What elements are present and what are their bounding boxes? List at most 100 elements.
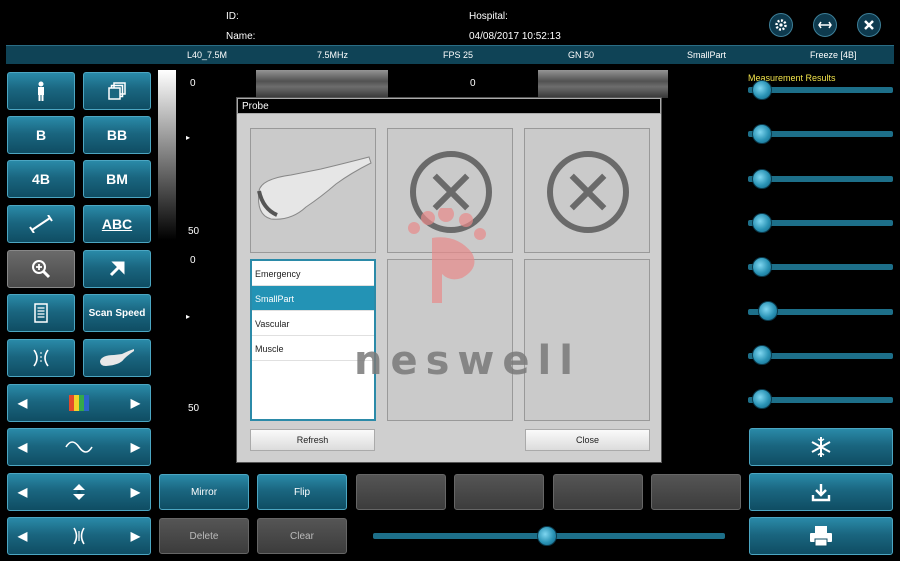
printer-icon bbox=[810, 526, 832, 547]
mode-b-button[interactable]: B bbox=[7, 116, 75, 154]
gamma-next-button[interactable]: ▶ bbox=[131, 440, 140, 454]
focus-position-next-button[interactable]: ▶ bbox=[131, 485, 140, 499]
zoom-button[interactable] bbox=[7, 250, 75, 288]
dialog-title: Probe bbox=[237, 98, 661, 114]
grayscale-bar bbox=[158, 70, 176, 240]
depth-bottom-label: 50 bbox=[188, 226, 200, 237]
list-item[interactable]: SmallPart bbox=[252, 286, 374, 311]
scan-speed-button[interactable]: Scan Speed bbox=[83, 294, 151, 332]
snowflake-icon bbox=[811, 437, 831, 457]
focus-width-icon bbox=[73, 527, 85, 545]
gamma-control[interactable]: ◀ ▶ bbox=[7, 428, 151, 466]
connect-icon bbox=[818, 21, 832, 29]
gamma-prev-button[interactable]: ◀ bbox=[18, 440, 27, 454]
report-button[interactable] bbox=[7, 294, 75, 332]
depth-bottom-label: 50 bbox=[188, 403, 200, 414]
slider-knob[interactable] bbox=[752, 213, 772, 233]
arrow-button[interactable] bbox=[83, 250, 151, 288]
focus-width-prev-button[interactable]: ◀ bbox=[18, 529, 27, 543]
slider-knob[interactable] bbox=[752, 257, 772, 277]
depth-top-label: 0 bbox=[190, 255, 196, 266]
close-button[interactable] bbox=[857, 13, 881, 37]
freeze-status: Freeze [4B] bbox=[810, 50, 857, 60]
colormap-prev-button[interactable]: ◀ bbox=[18, 396, 27, 410]
mode-bm-button[interactable]: BM bbox=[83, 160, 151, 198]
save-button[interactable] bbox=[749, 473, 893, 511]
frequency: 7.5MHz bbox=[317, 50, 349, 60]
delete-button[interactable]: Delete bbox=[159, 518, 249, 554]
hospital-label: Hospital: bbox=[469, 11, 508, 22]
probe-slot-1[interactable] bbox=[250, 128, 376, 253]
blank-button bbox=[651, 474, 741, 510]
slider-knob[interactable] bbox=[537, 526, 557, 546]
curve-icon bbox=[65, 441, 93, 453]
probe-select-button[interactable] bbox=[83, 339, 151, 377]
blank-button bbox=[553, 474, 643, 510]
slider-knob[interactable] bbox=[752, 80, 772, 100]
freeze-button[interactable] bbox=[749, 428, 893, 466]
watermark-text: neswell bbox=[354, 338, 581, 384]
download-icon bbox=[811, 484, 831, 502]
clear-button[interactable]: Clear bbox=[257, 518, 347, 554]
focus-button[interactable] bbox=[7, 339, 75, 377]
ultrasound-image-strip bbox=[538, 70, 668, 98]
mode-4b-button[interactable]: 4B bbox=[7, 160, 75, 198]
blank-button bbox=[356, 474, 446, 510]
probe-dialog: Probe Emergency SmallPart Vascular Muscl… bbox=[236, 97, 662, 463]
list-item[interactable]: Emergency bbox=[252, 261, 374, 286]
annotation-button[interactable]: ABC bbox=[83, 205, 151, 243]
fps: FPS 25 bbox=[443, 50, 474, 60]
patient-button[interactable] bbox=[7, 72, 75, 110]
measure-button[interactable] bbox=[7, 205, 75, 243]
connect-button[interactable] bbox=[813, 13, 837, 37]
person-icon bbox=[38, 81, 44, 101]
review-button[interactable] bbox=[83, 72, 151, 110]
name-label: Name: bbox=[226, 31, 256, 42]
focus-icon bbox=[33, 349, 49, 367]
flip-button[interactable]: Flip bbox=[257, 474, 347, 510]
header: ID: Name: Hospital: 04/08/2017 10:52:13 … bbox=[0, 0, 900, 64]
focus-marker: ▸ bbox=[186, 312, 191, 321]
probe-name: L40_7.5M bbox=[187, 50, 228, 60]
mode-bb-button[interactable]: BB bbox=[83, 116, 151, 154]
colormap-control[interactable]: ◀ ▶ bbox=[7, 384, 151, 422]
list-item[interactable]: Vascular bbox=[252, 311, 374, 336]
datetime: 04/08/2017 10:52:13 bbox=[469, 31, 561, 42]
gear-icon bbox=[775, 19, 787, 31]
focus-position-control[interactable]: ◀ ▶ bbox=[7, 473, 151, 511]
gain: GN 50 bbox=[568, 50, 595, 60]
probe-slot-3[interactable] bbox=[524, 128, 650, 253]
slider-knob[interactable] bbox=[752, 345, 772, 365]
slider-knob[interactable] bbox=[752, 124, 772, 144]
images-icon bbox=[108, 82, 126, 100]
report-icon bbox=[34, 303, 48, 323]
print-button[interactable] bbox=[749, 517, 893, 555]
focus-position-prev-button[interactable]: ◀ bbox=[18, 485, 27, 499]
slider-knob[interactable] bbox=[752, 169, 772, 189]
linear-probe-icon bbox=[257, 156, 372, 220]
watermark-logo bbox=[408, 208, 486, 303]
ultrasound-image-strip bbox=[256, 70, 388, 98]
close-dialog-button[interactable]: Close bbox=[525, 429, 650, 451]
annotation-label: ABC bbox=[101, 216, 133, 232]
probe-icon bbox=[100, 349, 134, 366]
status-bar: L40_7.5M 7.5MHz FPS 25 GN 50 SmallPart F… bbox=[6, 45, 894, 64]
id-label: ID: bbox=[226, 11, 239, 22]
blank-button bbox=[454, 474, 544, 510]
focus-position-icon bbox=[73, 484, 85, 500]
focus-width-next-button[interactable]: ▶ bbox=[131, 529, 140, 543]
slider-knob[interactable] bbox=[752, 389, 772, 409]
preset: SmallPart bbox=[687, 50, 727, 60]
focus-width-control[interactable]: ◀ ▶ bbox=[7, 517, 151, 555]
close-icon bbox=[864, 20, 874, 30]
depth-top-label: 0 bbox=[470, 78, 476, 89]
slider-knob[interactable] bbox=[758, 301, 778, 321]
zoom-icon bbox=[32, 260, 51, 279]
empty-slot-icon bbox=[547, 151, 629, 233]
mirror-button[interactable]: Mirror bbox=[159, 474, 249, 510]
colormap-next-button[interactable]: ▶ bbox=[131, 396, 140, 410]
depth-top-label: 0 bbox=[190, 78, 196, 89]
refresh-button[interactable]: Refresh bbox=[250, 429, 375, 451]
focus-marker: ▸ bbox=[186, 133, 191, 142]
settings-button[interactable] bbox=[769, 13, 793, 37]
